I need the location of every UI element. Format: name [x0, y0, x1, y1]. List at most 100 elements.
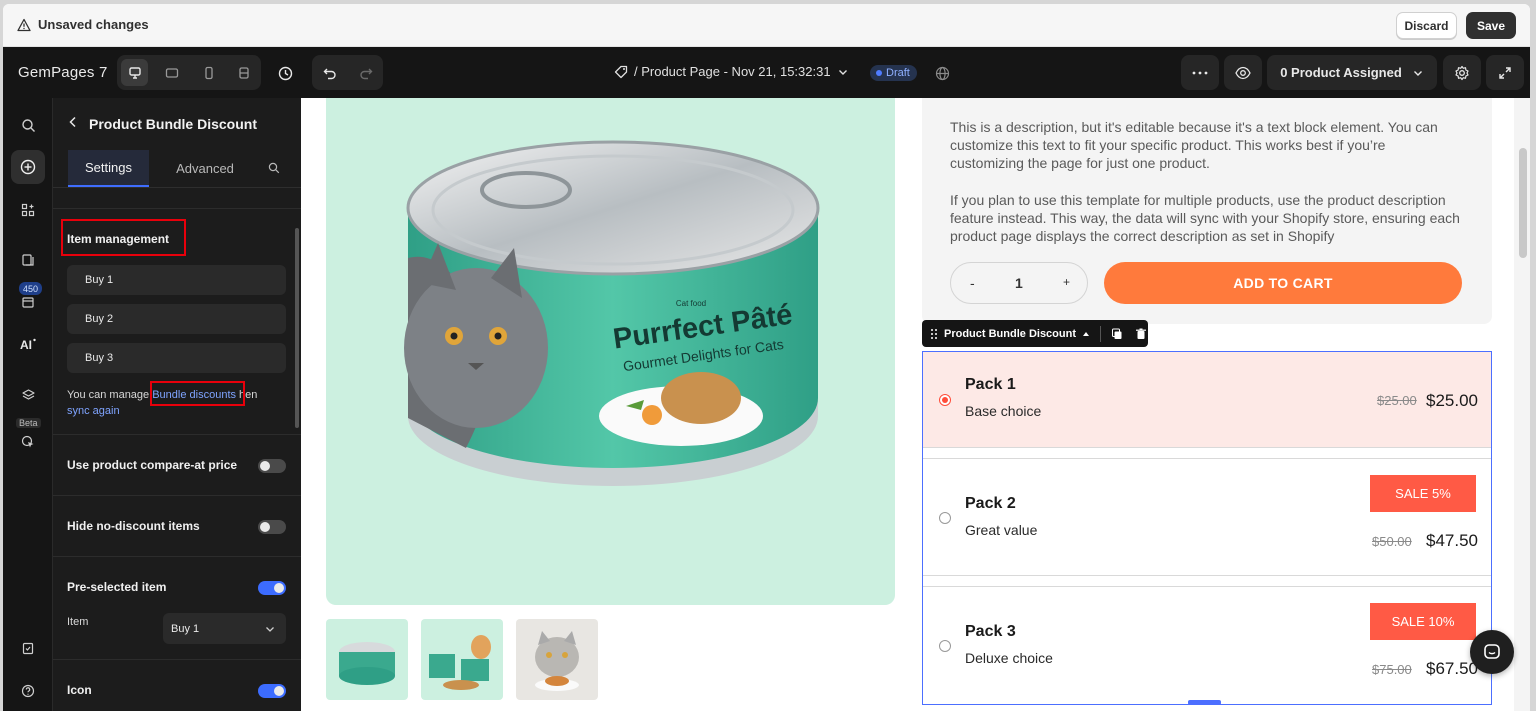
panel-search-button[interactable]	[261, 150, 287, 186]
save-button[interactable]: Save	[1466, 12, 1516, 39]
gear-icon	[1455, 65, 1469, 80]
warning-icon	[17, 18, 31, 32]
list-item[interactable]: Buy 1	[67, 265, 286, 295]
quantity-value[interactable]: 1	[1015, 275, 1023, 291]
tablet-view-button[interactable]	[158, 59, 185, 86]
divider	[53, 556, 301, 557]
redo-icon	[360, 68, 373, 80]
more-options-button[interactable]	[1181, 55, 1219, 90]
sale-badge: SALE 5%	[1370, 475, 1476, 512]
setting-label: Pre-selected item	[67, 580, 167, 594]
rail-ai-button[interactable]: AI	[11, 327, 45, 361]
rail-sections-button[interactable]	[11, 193, 45, 227]
grid-plus-icon	[21, 203, 35, 217]
canvas-scrollbar[interactable]	[1519, 148, 1527, 258]
page-title-selector[interactable]: / Product Page - Nov 21, 15:32:31	[614, 64, 849, 79]
pre-selected-toggle[interactable]	[258, 581, 286, 595]
add-to-cart-button[interactable]: ADD TO CART	[1104, 262, 1462, 304]
pack-old-price: $75.00	[1372, 662, 1412, 677]
trash-icon[interactable]	[1135, 328, 1147, 340]
quantity-minus-button[interactable]: -	[970, 275, 975, 291]
thumbnail-image[interactable]	[421, 619, 503, 700]
preview-button[interactable]	[1224, 55, 1262, 90]
item-select[interactable]: Buy 1	[163, 613, 286, 644]
unsaved-label: Unsaved changes	[38, 17, 149, 32]
element-label: Product Bundle Discount	[944, 327, 1076, 340]
undo-button[interactable]	[320, 63, 340, 83]
desktop-view-button[interactable]	[121, 59, 148, 86]
product-image[interactable]: Purrfect Pâté Gourmet Delights for Cats …	[326, 98, 895, 605]
discard-button[interactable]: Discard	[1396, 12, 1457, 39]
icon-toggle[interactable]	[258, 684, 286, 698]
editor-toolbar: GemPages 7 / Product Page - Nov 21, 15:3…	[3, 47, 1530, 98]
tab-settings[interactable]: Settings	[68, 150, 149, 187]
chat-support-button[interactable]	[1470, 630, 1514, 674]
description-paragraph[interactable]: This is a description, but it's editable…	[950, 118, 1460, 172]
rail-checklist-button[interactable]	[11, 631, 45, 665]
rail-add-button[interactable]	[11, 150, 45, 184]
rail-search-button[interactable]	[11, 108, 45, 142]
history-button[interactable]	[275, 63, 295, 83]
unsaved-changes-bar: Unsaved changes Discard Save	[3, 4, 1530, 47]
rail-beta-feature-button[interactable]	[11, 425, 45, 459]
hide-no-discount-toggle[interactable]	[258, 520, 286, 534]
bundle-option-pack-1[interactable]: Pack 1 Base choice $25.00 $25.00	[923, 352, 1491, 448]
cursor-circle-icon	[21, 435, 34, 448]
bundle-option-pack-3[interactable]: Pack 3 Deluxe choice SALE 10% $75.00 $67…	[923, 586, 1491, 704]
duplicate-icon[interactable]	[1111, 328, 1123, 340]
pack-subtitle: Base choice	[965, 403, 1042, 419]
rail-help-button[interactable]	[11, 674, 45, 708]
element-toolbar: Product Bundle Discount	[922, 320, 1148, 347]
product-page: Purrfect Pâté Gourmet Delights for Cats …	[301, 98, 1514, 711]
pack-radio[interactable]	[939, 640, 951, 652]
pack-radio[interactable]	[939, 394, 951, 406]
ai-icon: AI	[20, 338, 36, 351]
globe-button[interactable]	[933, 64, 951, 82]
list-item[interactable]: Buy 2	[67, 304, 286, 334]
pack-name: Pack 2	[965, 495, 1016, 512]
layers-icon	[21, 388, 35, 400]
list-item[interactable]: Buy 3	[67, 343, 286, 373]
product-assigned-dropdown[interactable]: 0 Product Assigned	[1267, 55, 1437, 90]
pages-icon	[22, 254, 34, 266]
quantity-plus-button[interactable]: +	[1063, 275, 1070, 289]
fullscreen-button[interactable]	[1486, 55, 1524, 90]
divider	[53, 434, 301, 435]
sale-badge: SALE 10%	[1370, 603, 1476, 640]
pack-radio[interactable]	[939, 512, 951, 524]
resize-handle[interactable]	[1188, 700, 1221, 705]
settings-panel: Product Bundle Discount Settings Advance…	[53, 98, 301, 711]
clipboard-check-icon	[22, 642, 34, 655]
settings-button[interactable]	[1443, 55, 1481, 90]
thumbnail-image[interactable]	[326, 619, 408, 700]
rail-apps-button[interactable]	[11, 285, 45, 319]
editor-canvas: Purrfect Pâté Gourmet Delights for Cats …	[301, 98, 1530, 711]
item-select-value: Buy 1	[171, 622, 200, 635]
eye-icon	[1235, 66, 1251, 79]
rail-pages-button[interactable]	[11, 243, 45, 277]
chevron-down-icon	[1413, 70, 1422, 76]
back-icon[interactable]	[67, 115, 79, 129]
caret-up-icon[interactable]	[1082, 330, 1090, 338]
pack-gap	[923, 576, 1491, 586]
responsive-view-button[interactable]	[230, 59, 257, 86]
chevron-down-icon	[838, 69, 847, 75]
status-label: Draft	[886, 67, 910, 79]
thumbnail-image[interactable]	[516, 619, 598, 700]
description-paragraph[interactable]: If you plan to use this template for mul…	[950, 191, 1460, 245]
mobile-view-button[interactable]	[195, 59, 222, 86]
cat-food-can-illustration: Purrfect Pâté Gourmet Delights for Cats …	[404, 140, 820, 486]
pack-gap	[923, 448, 1491, 458]
setting-label: Hide no-discount items	[67, 519, 200, 533]
sync-again-link[interactable]: sync again	[67, 405, 120, 417]
compare-at-price-toggle[interactable]	[258, 459, 286, 473]
tab-advanced[interactable]: Advanced	[161, 150, 249, 186]
plus-circle-icon	[20, 159, 36, 175]
divider	[53, 208, 301, 209]
clock-icon	[278, 66, 292, 80]
redo-button[interactable]	[356, 63, 376, 83]
bundle-option-pack-2[interactable]: Pack 2 Great value SALE 5% $50.00 $47.50	[923, 458, 1491, 576]
panel-scrollbar[interactable]	[295, 228, 299, 428]
rail-layers-button[interactable]	[11, 378, 45, 412]
drag-handle-icon[interactable]	[930, 328, 938, 340]
